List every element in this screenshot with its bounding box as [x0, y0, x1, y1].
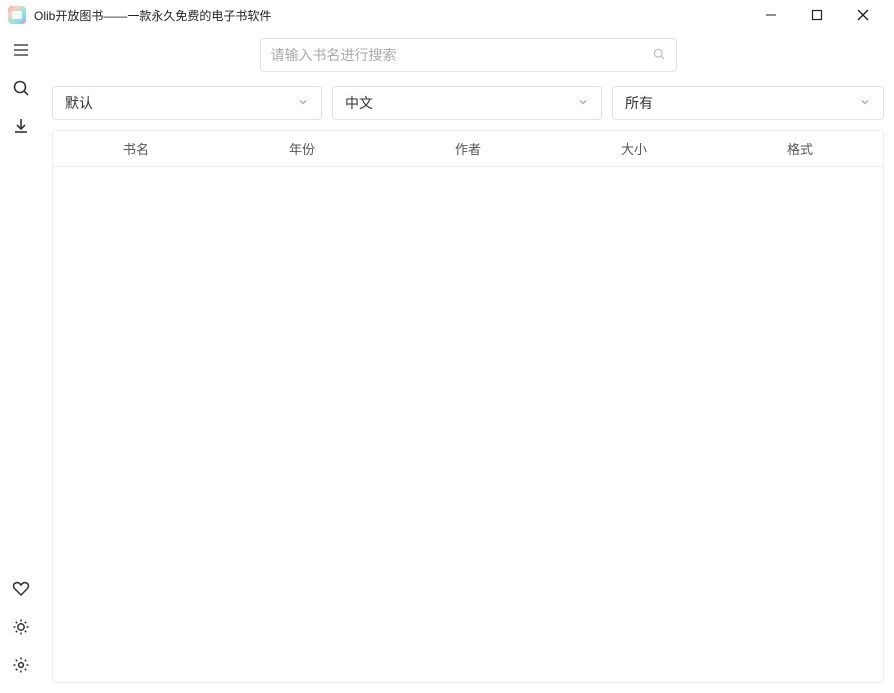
search-input[interactable]: [271, 47, 652, 63]
brightness-icon: [12, 618, 30, 636]
favorites-button[interactable]: [11, 579, 31, 599]
search-sidebar-button[interactable]: [11, 78, 31, 98]
format-select-label: 所有: [625, 93, 653, 113]
search-submit-icon[interactable]: [652, 47, 666, 64]
language-select-label: 中文: [345, 93, 373, 113]
sidebar: [0, 30, 42, 693]
sort-select[interactable]: 默认: [52, 86, 322, 120]
search-box[interactable]: [260, 38, 677, 72]
sort-select-label: 默认: [65, 93, 93, 113]
main-content: 默认 中文 所有 书名 年份 作者: [42, 30, 894, 693]
column-header-author[interactable]: 作者: [385, 131, 551, 166]
column-header-name[interactable]: 书名: [53, 131, 219, 166]
chevron-down-icon: [577, 95, 589, 111]
download-icon: [12, 117, 30, 135]
format-select[interactable]: 所有: [612, 86, 884, 120]
chevron-down-icon: [297, 95, 309, 111]
minimize-button[interactable]: [748, 0, 794, 30]
column-header-year[interactable]: 年份: [219, 131, 385, 166]
app-logo-icon: [8, 6, 26, 24]
language-select[interactable]: 中文: [332, 86, 602, 120]
maximize-icon: [811, 9, 823, 21]
theme-button[interactable]: [11, 617, 31, 637]
menu-button[interactable]: [11, 40, 31, 60]
settings-button[interactable]: [11, 655, 31, 675]
table-header: 书名 年份 作者 大小 格式: [53, 131, 883, 167]
maximize-button[interactable]: [794, 0, 840, 30]
close-button[interactable]: [840, 0, 886, 30]
minimize-icon: [765, 9, 777, 21]
window-controls: [748, 0, 886, 30]
table-body: [53, 167, 883, 682]
gear-icon: [12, 656, 30, 674]
close-icon: [857, 9, 869, 21]
column-header-size[interactable]: 大小: [551, 131, 717, 166]
titlebar-left: Olib开放图书——一款永久免费的电子书软件: [8, 6, 271, 24]
download-sidebar-button[interactable]: [11, 116, 31, 136]
window-title: Olib开放图书——一款永久免费的电子书软件: [34, 7, 271, 24]
column-header-format[interactable]: 格式: [717, 131, 883, 166]
heart-icon: [12, 580, 30, 598]
filter-row: 默认 中文 所有: [52, 86, 884, 120]
chevron-down-icon: [859, 95, 871, 111]
hamburger-icon: [12, 41, 30, 59]
results-table: 书名 年份 作者 大小 格式: [52, 130, 884, 683]
search-icon: [12, 79, 30, 97]
titlebar: Olib开放图书——一款永久免费的电子书软件: [0, 0, 894, 30]
